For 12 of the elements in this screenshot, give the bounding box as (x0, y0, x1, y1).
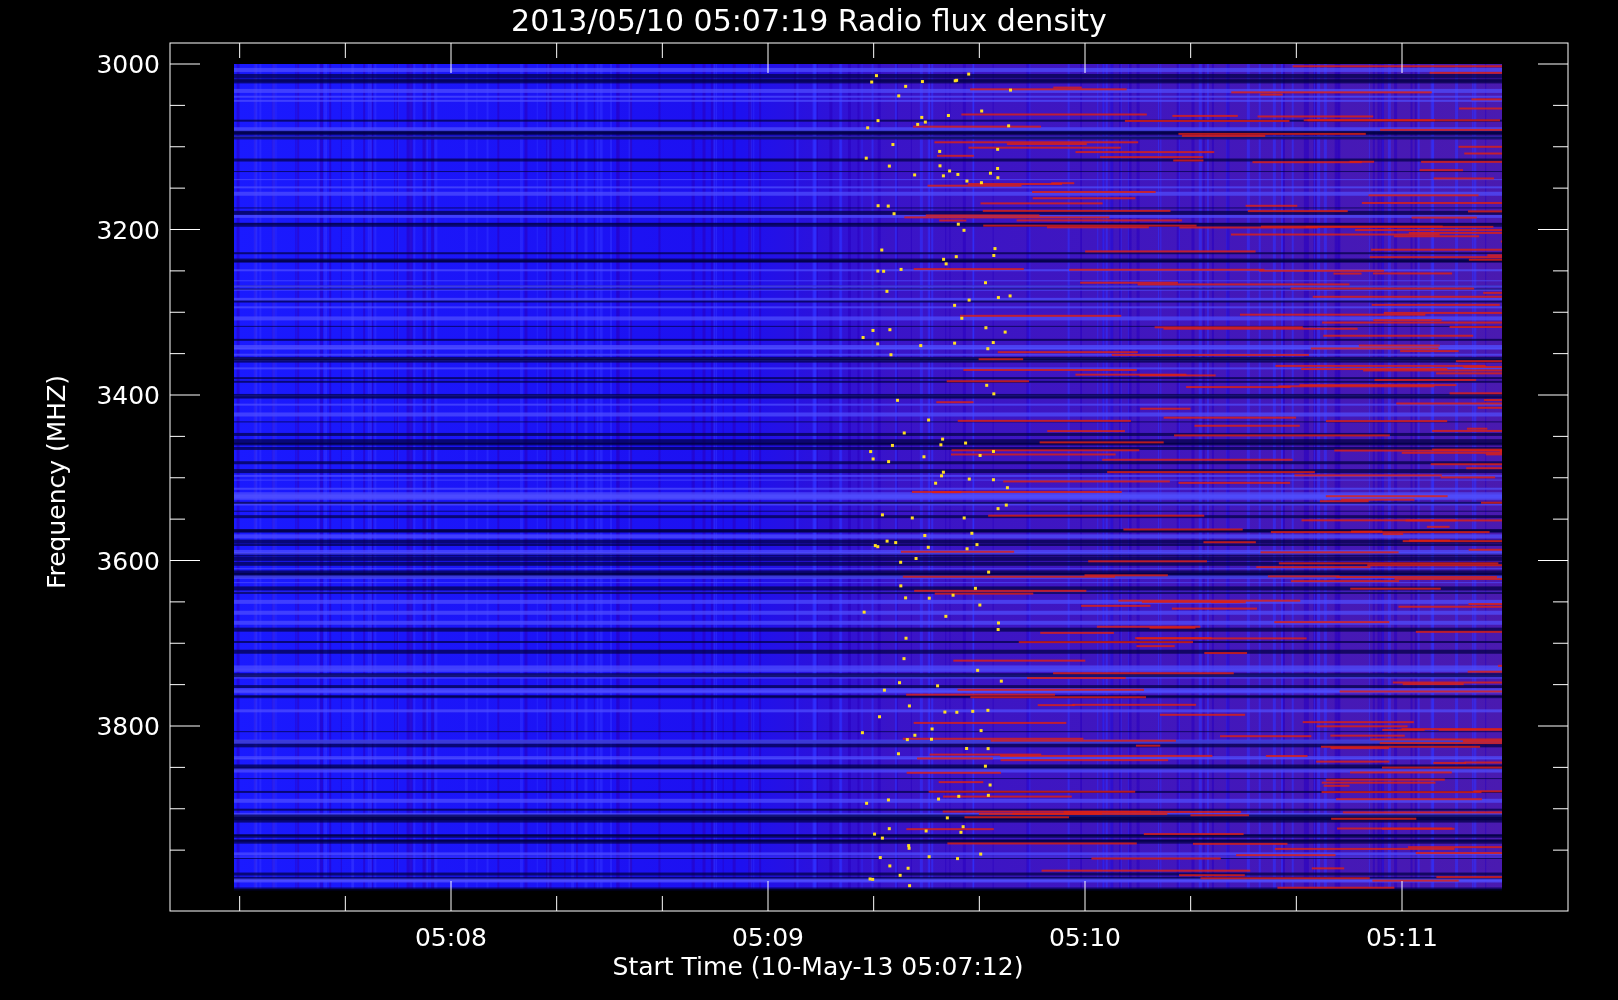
x-tick-label: 05:11 (1366, 923, 1438, 952)
y-tick-label: 3400 (96, 381, 160, 410)
y-tick-label: 3600 (96, 546, 160, 576)
x-tick-label: 05:08 (415, 923, 487, 952)
y-tick-label: 3800 (96, 712, 160, 741)
y-tick-label: 3200 (96, 215, 160, 245)
chart-title: 2013/05/10 05:07:19 Radio flux density (511, 3, 1107, 38)
x-axis-label: Start Time (10-May-13 05:07:12) (612, 952, 1024, 981)
y-axis-label: Frequency (MHZ) (42, 374, 71, 590)
x-tick-label: 05:10 (1049, 923, 1121, 952)
y-tick-label: 3000 (96, 50, 160, 79)
x-tick-label: 05:09 (732, 923, 804, 952)
